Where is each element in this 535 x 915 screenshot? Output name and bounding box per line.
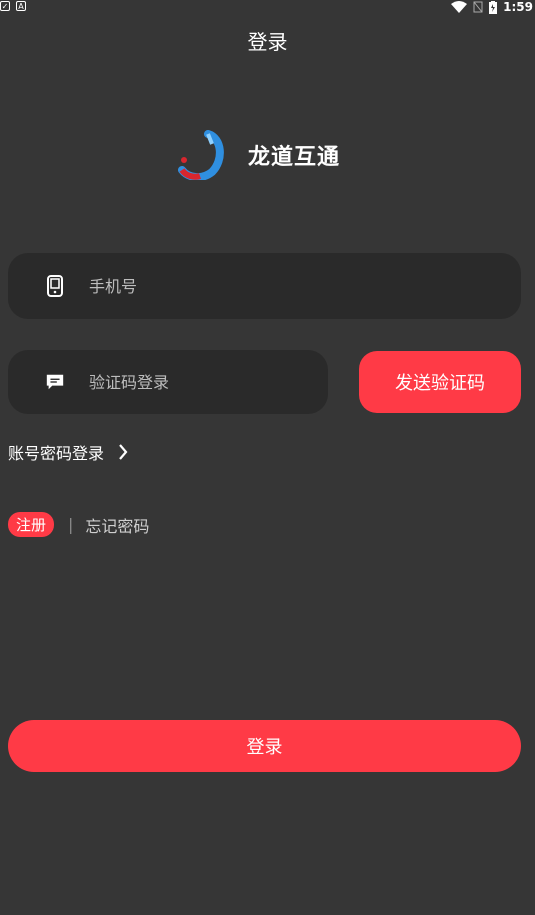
divider: | xyxy=(68,515,74,534)
forgot-password-link[interactable]: 忘记密码 xyxy=(85,513,149,537)
account-links: 注册 | 忘记密码 xyxy=(8,512,149,537)
status-time: 1:59 xyxy=(503,0,533,14)
no-signal-icon xyxy=(473,1,483,13)
verification-code-field[interactable] xyxy=(8,350,328,414)
brand: 龙道互通 xyxy=(178,130,340,180)
chevron-right-icon xyxy=(119,444,128,460)
page-title: 登录 xyxy=(247,30,288,54)
phone-icon xyxy=(45,275,65,297)
message-icon xyxy=(45,371,65,393)
a-icon: A xyxy=(16,1,26,11)
login-button[interactable]: 登录 xyxy=(8,720,521,772)
phone-input[interactable] xyxy=(87,275,391,297)
app-name: 龙道互通 xyxy=(248,145,341,170)
wifi-icon xyxy=(451,1,468,13)
register-button[interactable]: 注册 xyxy=(8,512,55,537)
password-login-link[interactable]: 账号密码登录 xyxy=(8,440,128,464)
battery-icon xyxy=(489,0,498,14)
password-login-label: 账号密码登录 xyxy=(8,444,105,463)
send-code-button[interactable]: 发送验证码 xyxy=(359,351,521,413)
checkbox-icon: ✓ xyxy=(0,1,10,11)
app-logo-icon xyxy=(178,130,224,180)
status-bar: ✓ A 1:59 xyxy=(0,0,535,16)
code-input[interactable] xyxy=(87,371,328,393)
phone-field[interactable] xyxy=(8,253,521,319)
